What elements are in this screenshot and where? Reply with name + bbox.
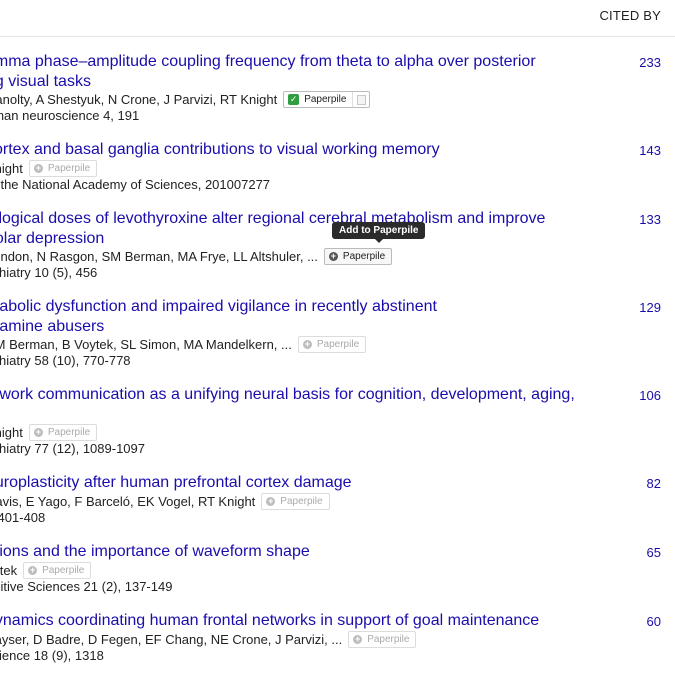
add-to-paperpile-button[interactable]: + Paperpile	[297, 336, 367, 353]
plus-icon: +	[328, 251, 338, 261]
venue: uman neuroscience 4, 191	[0, 108, 140, 123]
authors: Canolty, A Shestyuk, N Crone, J Parvizi,…	[0, 92, 278, 107]
authors: Davis, E Yago, F Barceló, EK Vogel, RT K…	[0, 494, 256, 509]
authors-line: SM Berman, B Voytek, SL Simon, MA Mandel…	[0, 336, 367, 353]
authors: SM Berman, B Voytek, SL Simon, MA Mandel…	[0, 337, 292, 352]
authors: Knight	[0, 161, 23, 176]
add-to-paperpile-button[interactable]: + Paperpile	[23, 562, 92, 579]
add-to-paperpile-button[interactable]: + Paperpile	[28, 160, 98, 177]
article-title[interactable]: europlasticity after human prefrontal co…	[0, 473, 592, 493]
cited-by-count[interactable]: 65	[647, 545, 661, 560]
article-title[interactable]: iological doses of levothyroxine alter r…	[0, 209, 592, 248]
plus-icon: +	[302, 339, 312, 349]
cited-by-count[interactable]: 129	[639, 300, 661, 315]
plus-icon: +	[33, 163, 43, 173]
header-divider	[0, 36, 675, 37]
article-title[interactable]: etwork communication as a unifying neura…	[0, 385, 592, 424]
authors-line: Knight + Paperpile	[0, 424, 98, 441]
plus-icon: +	[266, 496, 276, 506]
venue: ychiatry 77 (12), 1089-1097	[0, 441, 145, 456]
paperpile-saved-button[interactable]: ✓ Paperpile	[283, 91, 371, 108]
article-title[interactable]: ations and the importance of waveform sh…	[0, 542, 592, 562]
paperpile-label: Paperpile	[316, 339, 360, 350]
add-to-paperpile-button[interactable]: + Paperpile	[28, 424, 98, 441]
tooltip: Add to Paperpile	[332, 222, 426, 243]
authors-line: oytek + Paperpile	[0, 562, 92, 579]
cited-by-count[interactable]: 106	[639, 388, 661, 403]
paperpile-label: Paperpile	[42, 565, 85, 576]
authors-line: Knight + Paperpile	[0, 160, 98, 177]
paperpile-label: Paperpile	[280, 496, 323, 507]
cited-by-count[interactable]: 233	[639, 55, 661, 70]
authors-line: Davis, E Yago, F Barceló, EK Vogel, RT K…	[0, 493, 330, 510]
add-to-paperpile-button[interactable]: + Paperpile	[261, 493, 330, 510]
authors-line: Canolty, A Shestyuk, N Crone, J Parvizi,…	[0, 91, 371, 108]
authors: London, N Rasgon, SM Berman, MA Frye, LL…	[0, 249, 318, 264]
article-title[interactable]: dynamics coordinating human frontal netw…	[0, 611, 592, 631]
cited-by-count[interactable]: 133	[639, 212, 661, 227]
venue: ychiatry 10 (5), 456	[0, 265, 98, 280]
authors-line: London, N Rasgon, SM Berman, MA Frye, LL…	[0, 248, 393, 265]
article-title[interactable]: amma phase–amplitude coupling frequency …	[0, 52, 592, 91]
paperpile-label: Paperpile	[367, 634, 410, 645]
cited-by-header[interactable]: CITED BY	[599, 8, 661, 23]
venue: gnitive Sciences 21 (2), 137-149	[0, 579, 173, 594]
cited-by-count[interactable]: 143	[639, 143, 661, 158]
venue: ychiatry 58 (10), 770-778	[0, 353, 131, 368]
venue: of the National Academy of Sciences, 201…	[0, 177, 271, 192]
authors-line: Kayser, D Badre, D Fegen, EF Chang, NE C…	[0, 631, 417, 648]
paperpile-label: Paperpile	[47, 163, 91, 174]
plus-icon: +	[33, 427, 43, 437]
document-icon[interactable]	[353, 92, 369, 107]
plus-icon: +	[353, 634, 363, 644]
check-icon: ✓	[288, 94, 300, 105]
add-to-paperpile-button[interactable]: + Paperpile	[348, 631, 417, 648]
plus-icon: +	[28, 565, 38, 575]
cited-by-count[interactable]: 82	[647, 476, 661, 491]
authors: Kayser, D Badre, D Fegen, EF Chang, NE C…	[0, 632, 343, 647]
authors: Knight	[0, 425, 23, 440]
add-to-paperpile-button[interactable]: + Paperpile	[323, 248, 393, 265]
paperpile-label: Paperpile	[47, 427, 91, 438]
cited-by-count[interactable]: 60	[647, 614, 661, 629]
article-title[interactable]: etabolic dysfunction and impaired vigila…	[0, 297, 592, 336]
venue: science 18 (9), 1318	[0, 648, 104, 663]
paperpile-label: Paperpile	[342, 251, 386, 262]
paperpile-label: Paperpile	[304, 94, 347, 105]
venue: ), 401-408	[0, 510, 46, 525]
authors: oytek	[0, 563, 18, 578]
article-title[interactable]: cortex and basal ganglia contributions t…	[0, 140, 592, 160]
